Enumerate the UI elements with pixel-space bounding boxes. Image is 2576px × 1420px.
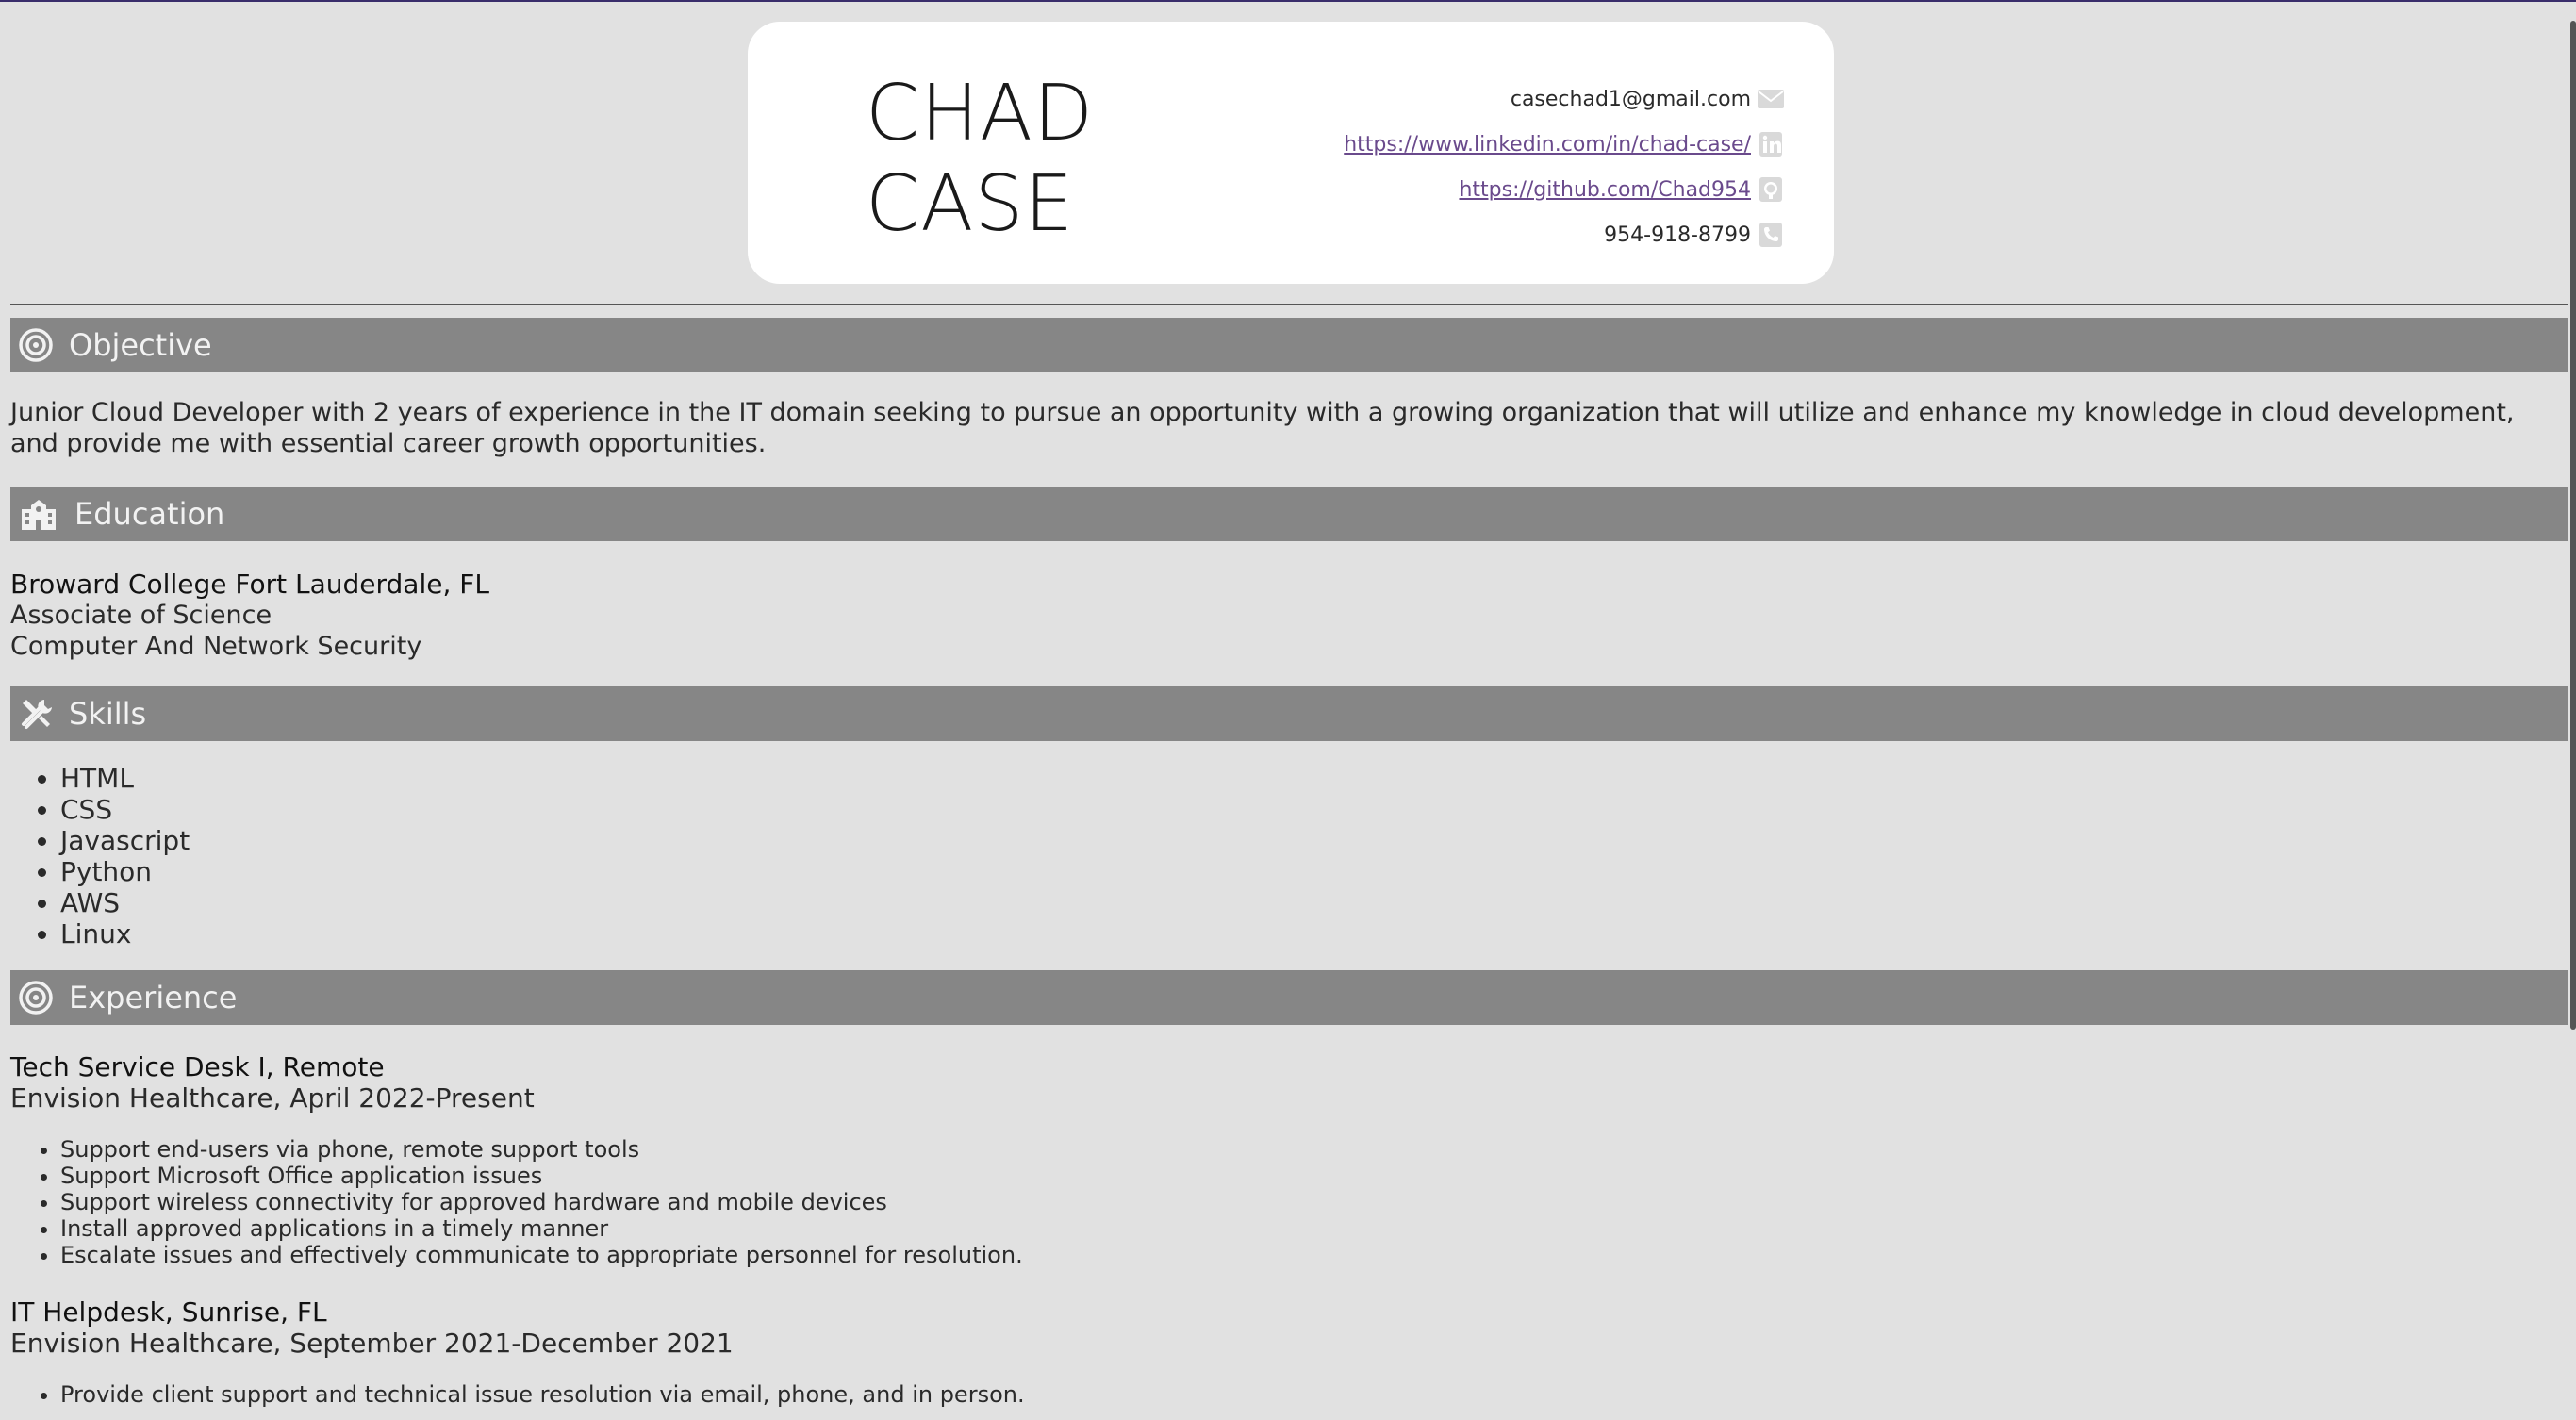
skill-item: Javascript <box>60 825 190 856</box>
tools-icon <box>18 696 54 732</box>
duty-item: Provide client support and technical iss… <box>60 1381 1025 1408</box>
objective-text: Junior Cloud Developer with 2 years of e… <box>10 398 2515 458</box>
job-entry: IT Helpdesk, Sunrise, FL Envision Health… <box>10 1296 1025 1408</box>
job-duties: Provide client support and technical iss… <box>10 1381 1025 1408</box>
education-heading: Education <box>74 496 225 532</box>
school-name: Broward College Fort Lauderdale, FL <box>10 569 489 600</box>
first-name: CHAD <box>866 69 1095 158</box>
phone-icon <box>1757 222 1785 248</box>
skill-item: HTML <box>60 763 190 794</box>
header-divider <box>10 304 2568 305</box>
job-title: IT Helpdesk, Sunrise, FL <box>10 1296 327 1328</box>
job-title: Tech Service Desk I, Remote <box>10 1051 385 1082</box>
skill-item: AWS <box>60 887 190 918</box>
skills-list: HTML CSS Javascript Python AWS Linux <box>10 763 190 949</box>
contact-email: casechad1@gmail.com <box>1344 76 1785 122</box>
skill-item: Python <box>60 856 190 887</box>
envelope-icon <box>1757 86 1785 112</box>
skill-item: Linux <box>60 918 190 949</box>
linkedin-link[interactable]: https://www.linkedin.com/in/chad-case/ <box>1344 133 1751 157</box>
duty-item: Support end-users via phone, remote supp… <box>60 1136 1023 1163</box>
duty-item: Support Microsoft Office application iss… <box>60 1163 1023 1189</box>
target-icon <box>18 327 54 363</box>
duty-item: Escalate issues and effectively communic… <box>60 1242 1023 1268</box>
scrollbar-thumb[interactable] <box>2570 21 2576 1030</box>
skill-item: CSS <box>60 794 190 825</box>
contact-linkedin: https://www.linkedin.com/in/chad-case/ <box>1344 122 1785 167</box>
school-icon <box>18 496 59 532</box>
last-name: CASE <box>866 159 1075 249</box>
job-company: Envision Healthcare, April 2022-Present <box>10 1082 535 1114</box>
contact-github: https://github.com/Chad954 <box>1344 167 1785 212</box>
contact-list: casechad1@gmail.com https://www.linkedin… <box>1344 76 1785 257</box>
skills-heading: Skills <box>69 696 147 732</box>
full-name: CHAD CASE <box>866 69 1094 250</box>
github-link[interactable]: https://github.com/Chad954 <box>1459 178 1751 202</box>
experience-heading: Experience <box>69 980 238 1015</box>
skills-section-bar: Skills <box>10 686 2568 741</box>
phone-text: 954-918-8799 <box>1604 223 1751 247</box>
job-duties: Support end-users via phone, remote supp… <box>10 1136 1023 1268</box>
scrollbar-track[interactable] <box>2570 2 2576 1420</box>
education-details: Broward College Fort Lauderdale, FL Asso… <box>10 569 489 662</box>
target-icon <box>18 980 54 1015</box>
job-entry: Tech Service Desk I, Remote Envision Hea… <box>10 1051 1023 1268</box>
window-top-border <box>0 0 2576 2</box>
duty-item: Support wireless connectivity for approv… <box>60 1189 1023 1215</box>
email-text: casechad1@gmail.com <box>1510 87 1751 111</box>
objective-section-bar: Objective <box>10 318 2568 372</box>
major-name: Computer And Network Security <box>10 632 422 661</box>
experience-section-bar: Experience <box>10 970 2568 1025</box>
education-section-bar: Education <box>10 487 2568 541</box>
job-company: Envision Healthcare, September 2021-Dece… <box>10 1328 734 1359</box>
duty-item: Install approved applications in a timel… <box>60 1215 1023 1242</box>
header-card: CHAD CASE casechad1@gmail.com https://ww… <box>748 22 1834 284</box>
objective-heading: Objective <box>69 327 212 363</box>
contact-phone: 954-918-8799 <box>1344 212 1785 257</box>
degree-name: Associate of Science <box>10 601 272 630</box>
linkedin-icon <box>1757 131 1785 157</box>
github-icon <box>1757 176 1785 203</box>
